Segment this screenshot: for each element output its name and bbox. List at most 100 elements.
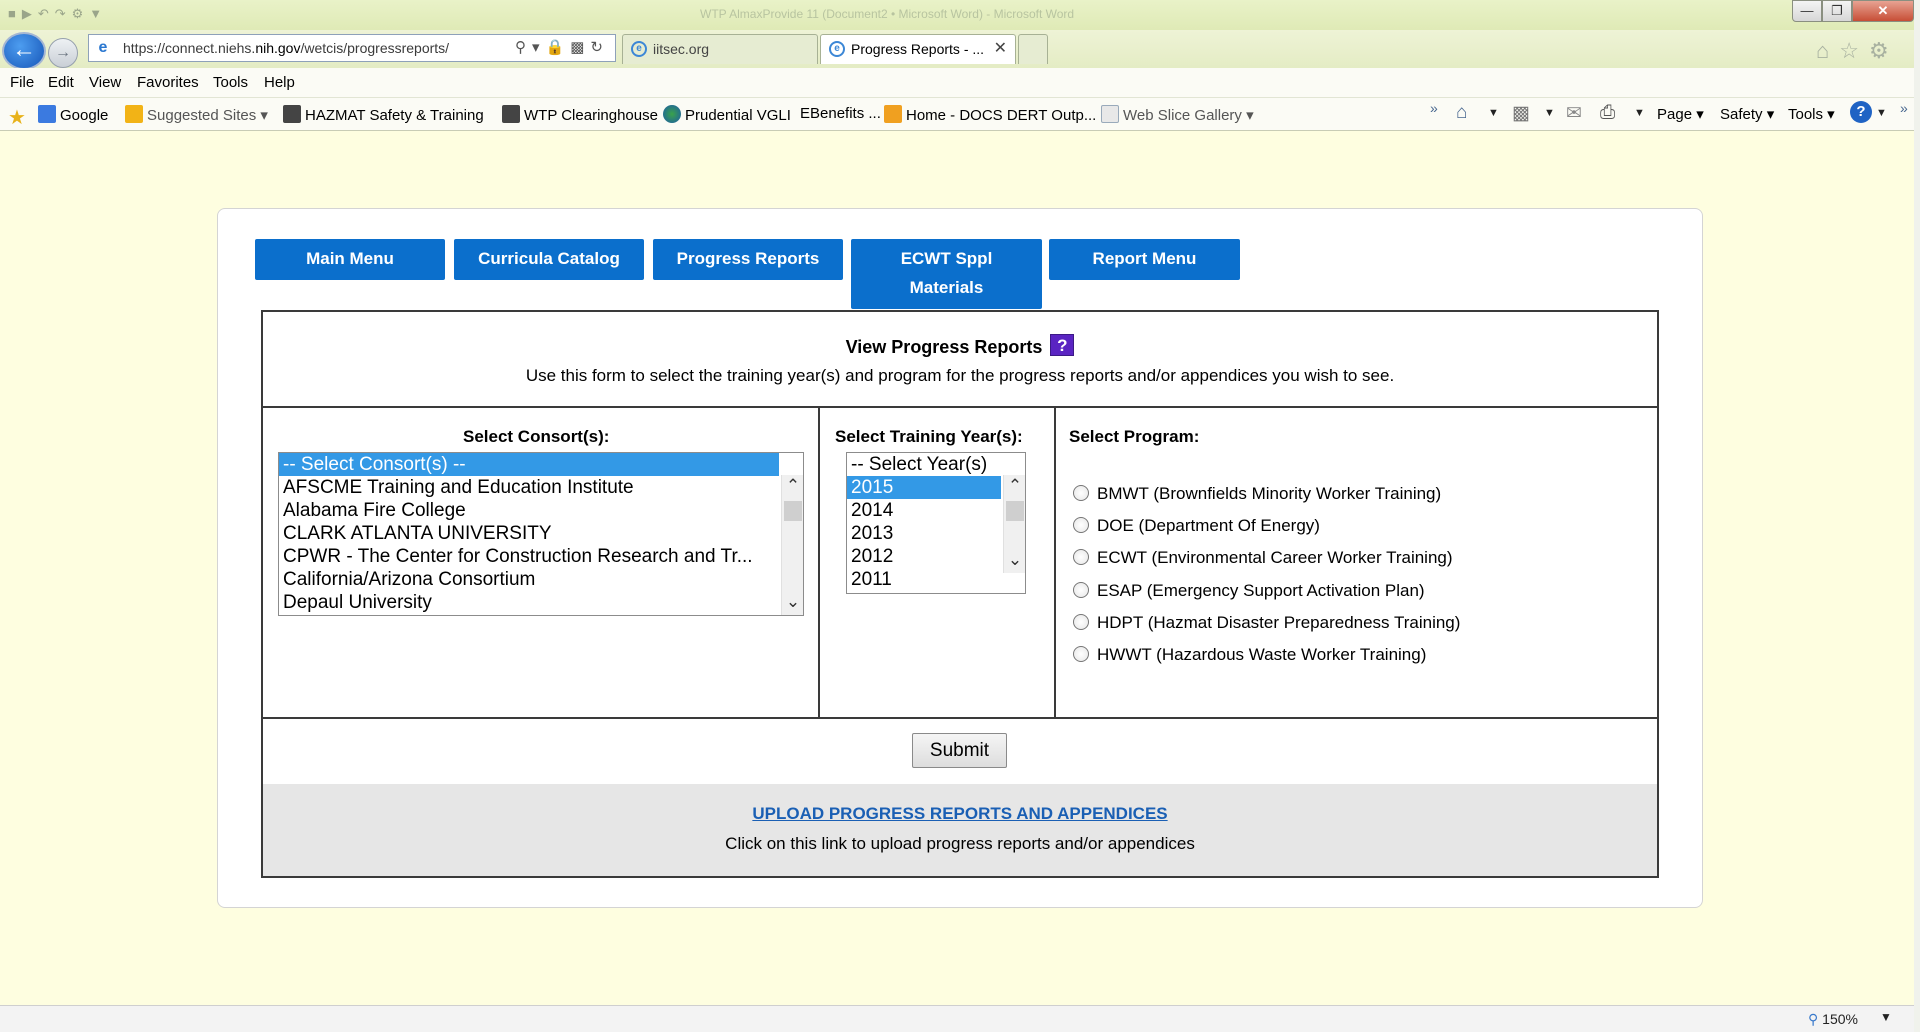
menu-file[interactable]: File — [10, 74, 34, 91]
radio-button[interactable] — [1073, 517, 1089, 533]
form-title: View Progress Reports ? — [263, 334, 1657, 358]
web-slice-icon — [1101, 105, 1119, 123]
radio-button[interactable] — [1073, 646, 1089, 662]
search-icon: ⚲ — [515, 39, 533, 56]
program-option-doe[interactable]: DOE (Department Of Energy) — [1073, 514, 1320, 538]
fav-wtp[interactable]: WTP Clearinghouse — [502, 105, 658, 124]
consort-option[interactable]: CLARK ATLANTA UNIVERSITY — [279, 522, 779, 545]
fav-docs-dert[interactable]: Home - DOCS DERT Outp... — [884, 105, 1096, 124]
fav-suggested-sites[interactable]: Suggested Sites ▾ — [125, 105, 268, 124]
help-icon[interactable]: ? — [1850, 101, 1872, 123]
consort-option[interactable]: Depaul University — [279, 591, 779, 614]
main-menu-button[interactable]: Main Menu — [255, 239, 445, 280]
tab-iitsec[interactable]: e iitsec.org — [622, 34, 818, 64]
radio-button[interactable] — [1073, 582, 1089, 598]
minimize-button[interactable]: — — [1792, 0, 1822, 22]
print-icon[interactable]: ⎙ — [1600, 102, 1615, 124]
favorites-star-icon: ☆ — [1839, 38, 1870, 63]
forward-button[interactable]: → — [48, 38, 78, 68]
scroll-up-icon[interactable]: ⌃ — [782, 475, 803, 497]
radio-button[interactable] — [1073, 485, 1089, 501]
zoom-level[interactable]: ⚲ 150% — [1808, 1011, 1858, 1028]
fav-prudential[interactable]: Prudential VGLI — [663, 105, 791, 124]
url-text[interactable]: https://connect.niehs.nih.gov/wetcis/pro… — [123, 40, 449, 56]
year-option[interactable]: -- Select Year(s) — [847, 453, 1001, 476]
ecwt-sppl-materials-button[interactable]: ECWT Sppl Materials — [851, 239, 1042, 309]
chevron-down-icon[interactable]: ▼ — [1544, 107, 1555, 119]
fav-google[interactable]: Google — [38, 105, 108, 124]
menu-tools-cmd[interactable]: Tools ▾ — [1788, 105, 1835, 123]
program-option-bmwt[interactable]: BMWT (Brownfields Minority Worker Traini… — [1073, 482, 1441, 506]
chevron-more-icon[interactable]: » — [1430, 100, 1438, 116]
ie-page-icon: e — [98, 39, 108, 56]
program-option-hwwt[interactable]: HWWT (Hazardous Waste Worker Training) — [1073, 643, 1426, 667]
close-window-button[interactable]: ✕ — [1852, 0, 1914, 22]
gear-icon: ⚙ — [1869, 38, 1899, 63]
curricula-catalog-button[interactable]: Curricula Catalog — [454, 239, 644, 280]
upload-reports-link[interactable]: UPLOAD PROGRESS REPORTS AND APPENDICES — [263, 804, 1657, 824]
menu-tools[interactable]: Tools — [213, 74, 248, 91]
close-tab-icon[interactable]: ✕ — [994, 35, 1007, 63]
consort-option[interactable]: Alabama Fire College — [279, 499, 779, 522]
menu-help[interactable]: Help — [264, 74, 295, 91]
report-menu-button[interactable]: Report Menu — [1049, 239, 1240, 280]
year-option[interactable]: 2015 — [847, 476, 1001, 499]
back-button[interactable]: ← — [2, 32, 46, 70]
browser-right-icons[interactable]: ⌂☆⚙ — [1816, 38, 1899, 64]
training-year-listbox[interactable]: -- Select Year(s) 2015 2014 2013 2012 20… — [846, 452, 1026, 594]
radio-button[interactable] — [1073, 549, 1089, 565]
tab-progress-reports[interactable]: e Progress Reports - ... ✕ — [820, 34, 1016, 64]
radio-button[interactable] — [1073, 614, 1089, 630]
year-option[interactable]: 2011 — [847, 568, 1001, 591]
year-scrollbar[interactable]: ⌃ ⌄ — [1003, 475, 1025, 573]
address-actions[interactable]: ⚲▾🔒▩↻ — [515, 38, 609, 56]
consort-option[interactable]: -- Select Consort(s) -- — [279, 453, 779, 476]
consort-option[interactable]: AFSCME Training and Education Institute — [279, 476, 779, 499]
chevron-down-icon[interactable]: ▼ — [1876, 107, 1887, 119]
menu-edit[interactable]: Edit — [48, 74, 74, 91]
window-title: WTP AlmaxProvide 11 (Document2 • Microso… — [700, 7, 1075, 21]
scroll-down-icon[interactable]: ⌄ — [1004, 549, 1025, 571]
chevron-down-icon[interactable]: ▼ — [1880, 1010, 1892, 1024]
lock-icon: 🔒 — [545, 39, 571, 56]
program-option-esap[interactable]: ESAP (Emergency Support Activation Plan) — [1073, 579, 1425, 603]
zoom-icon: ⚲ — [1808, 1011, 1819, 1027]
program-option-ecwt[interactable]: ECWT (Environmental Career Worker Traini… — [1073, 546, 1453, 570]
fav-hazmat[interactable]: HAZMAT Safety & Training — [283, 105, 484, 124]
home-icon[interactable]: ⌂ — [1456, 102, 1467, 124]
scroll-up-icon[interactable]: ⌃ — [1004, 475, 1025, 497]
home-icon: ⌂ — [1816, 38, 1840, 63]
year-option[interactable]: 2012 — [847, 545, 1001, 568]
divider — [263, 717, 1657, 719]
consort-option[interactable]: California/Arizona Consortium — [279, 568, 779, 591]
chevron-down-icon[interactable]: ▼ — [1634, 107, 1645, 119]
new-tab-button[interactable] — [1018, 34, 1048, 64]
scroll-down-icon[interactable]: ⌄ — [782, 591, 803, 613]
scroll-thumb[interactable] — [784, 501, 802, 521]
help-icon[interactable]: ? — [1050, 334, 1075, 356]
address-bar[interactable]: e https://connect.niehs.nih.gov/wetcis/p… — [88, 34, 616, 62]
menu-favorites[interactable]: Favorites — [137, 74, 199, 91]
progress-reports-button[interactable]: Progress Reports — [653, 239, 843, 280]
scroll-thumb[interactable] — [1006, 501, 1024, 521]
menu-page[interactable]: Page ▾ — [1657, 105, 1704, 123]
fav-ebenefits[interactable]: EBenefits ... — [800, 105, 881, 122]
menu-safety[interactable]: Safety ▾ — [1720, 105, 1774, 123]
chevron-down-icon[interactable]: ▼ — [1488, 107, 1499, 119]
year-option[interactable]: 2013 — [847, 522, 1001, 545]
restore-button[interactable]: ❐ — [1822, 0, 1852, 22]
consort-listbox[interactable]: -- Select Consort(s) -- AFSCME Training … — [278, 452, 804, 616]
compat-icon: ▩ — [570, 39, 591, 56]
ie-tab-icon: e — [631, 41, 647, 57]
program-option-hdpt[interactable]: HDPT (Hazmat Disaster Preparedness Train… — [1073, 611, 1460, 635]
chevron-more-icon[interactable]: » — [1900, 100, 1908, 116]
fav-web-slice[interactable]: Web Slice Gallery ▾ — [1101, 105, 1254, 124]
favorites-star-icon[interactable]: ★ — [8, 105, 26, 130]
consort-scrollbar[interactable]: ⌃ ⌄ — [781, 475, 803, 615]
year-option[interactable]: 2014 — [847, 499, 1001, 522]
mail-icon[interactable]: ✉ — [1566, 102, 1582, 125]
rss-icon[interactable]: ▩ — [1512, 102, 1530, 125]
consort-option[interactable]: CPWR - The Center for Construction Resea… — [279, 545, 779, 568]
menu-view[interactable]: View — [89, 74, 121, 91]
submit-button[interactable]: Submit — [912, 733, 1007, 768]
